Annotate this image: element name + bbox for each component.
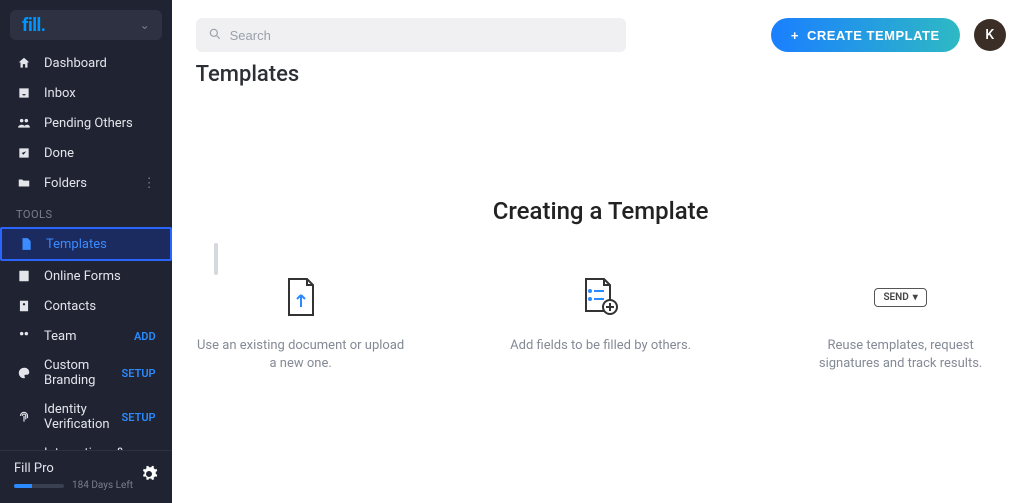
- inbox-icon: [16, 85, 32, 101]
- sidebar-item-label: Templates: [46, 237, 107, 252]
- badge-setup: SETUP: [122, 411, 156, 424]
- sidebar-item-inbox[interactable]: Inbox: [0, 78, 172, 108]
- sidebar-item-integrations[interactable]: Integrations & API ›: [0, 439, 172, 450]
- sidebar-item-team[interactable]: Team ADD: [0, 321, 172, 351]
- steps-row: Use an existing document or upload a new…: [196, 275, 1006, 373]
- main-content: + CREATE TEMPLATE K Templates Creating a…: [172, 0, 1024, 503]
- sidebar: fill. ⌄ Dashboard Inbox Pending Others: [0, 0, 172, 503]
- form-icon: [16, 268, 32, 284]
- sidebar-item-identity-verification[interactable]: Identity Verification SETUP: [0, 395, 172, 439]
- sidebar-item-label: Done: [44, 146, 74, 161]
- sidebar-item-templates[interactable]: Templates: [0, 227, 172, 261]
- step-upload: Use an existing document or upload a new…: [196, 275, 406, 373]
- add-fields-icon: [579, 275, 623, 319]
- create-template-button[interactable]: + CREATE TEMPLATE: [771, 18, 960, 52]
- sidebar-item-dashboard[interactable]: Dashboard: [0, 48, 172, 78]
- sidebar-item-folders[interactable]: Folders ⋮: [0, 168, 172, 198]
- more-vertical-icon[interactable]: ⋮: [143, 176, 156, 191]
- search-icon: [208, 26, 222, 45]
- plus-icon: +: [791, 28, 799, 43]
- sidebar-item-label: Online Forms: [44, 269, 121, 284]
- home-icon: [16, 55, 32, 71]
- step-text: Reuse templates, request signatures and …: [796, 337, 1006, 373]
- plan-footer: Fill Pro 184 Days Left: [0, 450, 172, 503]
- sidebar-item-contacts[interactable]: Contacts: [0, 291, 172, 321]
- sidebar-item-done[interactable]: Done: [0, 138, 172, 168]
- sidebar-resize-handle[interactable]: [214, 243, 218, 275]
- gear-icon[interactable]: [140, 465, 158, 488]
- upload-document-icon: [279, 275, 323, 319]
- sidebar-item-label: Custom Branding: [44, 358, 110, 388]
- topbar: + CREATE TEMPLATE K: [196, 18, 1006, 52]
- people-icon: [16, 115, 32, 131]
- badge-setup: SETUP: [122, 367, 156, 380]
- section-label-tools: TOOLS: [0, 198, 172, 227]
- sidebar-item-label: Contacts: [44, 299, 96, 314]
- contacts-icon: [16, 298, 32, 314]
- empty-title: Creating a Template: [196, 197, 1006, 225]
- team-icon: [16, 328, 32, 344]
- sidebar-item-label: Inbox: [44, 86, 76, 101]
- search-box[interactable]: [196, 18, 626, 52]
- sidebar-item-custom-branding[interactable]: Custom Branding SETUP: [0, 351, 172, 395]
- sidebar-item-label: Team: [44, 329, 77, 344]
- sidebar-item-online-forms[interactable]: Online Forms: [0, 261, 172, 291]
- sidebar-item-pending-others[interactable]: Pending Others: [0, 108, 172, 138]
- plan-name: Fill Pro: [14, 461, 133, 476]
- folder-icon: [16, 175, 32, 191]
- chevron-down-icon: ⌄: [140, 18, 150, 32]
- send-pill-icon: SEND▾: [879, 275, 923, 319]
- page-title: Templates: [196, 62, 1006, 87]
- step-reuse: SEND▾ Reuse templates, request signature…: [796, 275, 1006, 373]
- palette-icon: [16, 365, 32, 381]
- sidebar-item-label: Identity Verification: [44, 402, 110, 432]
- badge-add: ADD: [134, 330, 156, 343]
- sidebar-item-label: Pending Others: [44, 116, 133, 131]
- plan-days-left: 184 Days Left: [72, 480, 133, 491]
- brand-logo: fill.: [22, 15, 45, 36]
- nav: Dashboard Inbox Pending Others Done Fold…: [0, 48, 172, 450]
- template-icon: [18, 236, 34, 252]
- sidebar-item-label: Dashboard: [44, 56, 107, 71]
- create-button-label: CREATE TEMPLATE: [807, 28, 940, 43]
- done-icon: [16, 145, 32, 161]
- sidebar-item-label: Integrations & API: [44, 446, 140, 450]
- sidebar-item-label: Folders: [44, 176, 87, 191]
- step-add-fields: Add fields to be filled by others.: [496, 275, 706, 373]
- step-text: Use an existing document or upload a new…: [196, 337, 406, 373]
- plan-progress-bar: [14, 484, 64, 488]
- empty-state: Creating a Template Use an existing docu…: [196, 197, 1006, 373]
- step-text: Add fields to be filled by others.: [510, 337, 691, 355]
- workspace-dropdown[interactable]: fill. ⌄: [10, 10, 162, 40]
- fingerprint-icon: [16, 409, 32, 425]
- avatar[interactable]: K: [974, 19, 1006, 51]
- avatar-initial: K: [985, 27, 994, 43]
- search-input[interactable]: [230, 28, 614, 43]
